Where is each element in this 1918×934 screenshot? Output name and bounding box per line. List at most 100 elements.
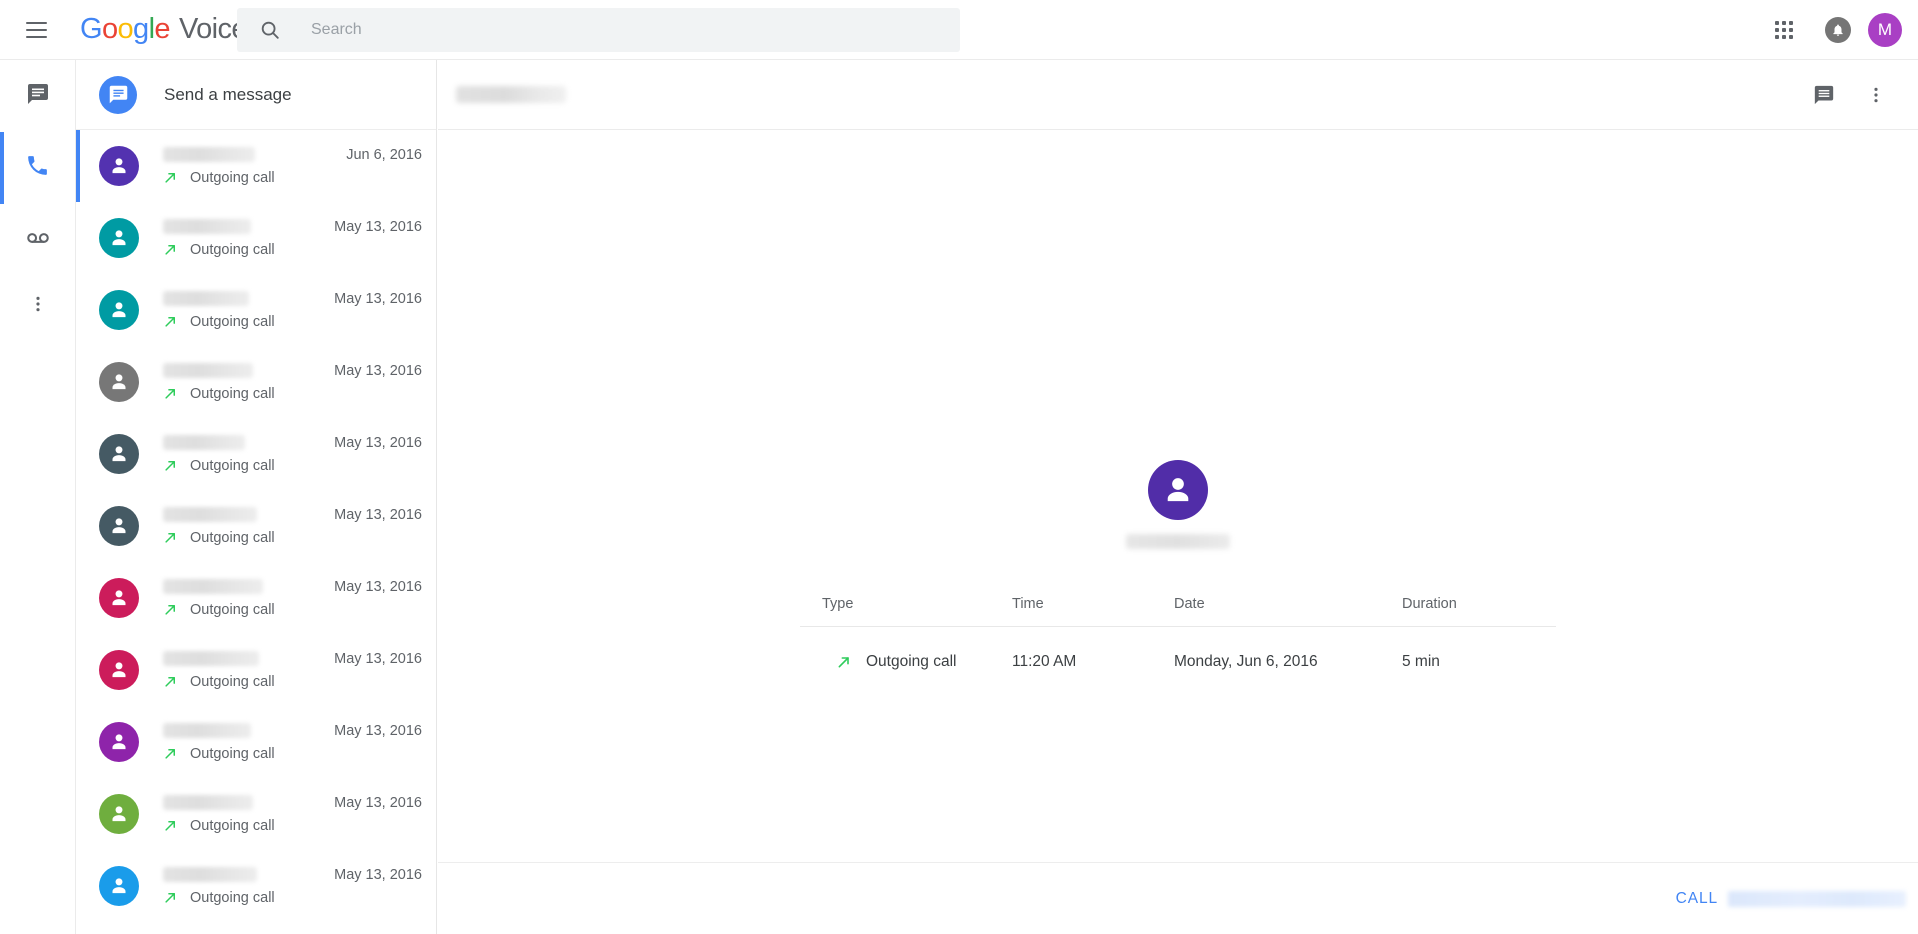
list-item[interactable]: May 13, 2016Outgoing call — [76, 634, 436, 706]
google-logo: Google — [80, 13, 171, 45]
list-item-date: May 13, 2016 — [334, 866, 422, 883]
table-header-row: Type Time Date Duration — [800, 596, 1556, 627]
phone-icon — [25, 153, 50, 183]
compose-message-icon — [99, 75, 137, 114]
hamburger-line — [25, 28, 47, 31]
avatar[interactable]: M — [1868, 13, 1902, 47]
outgoing-call-arrow-icon — [163, 530, 178, 545]
list-item-date: May 13, 2016 — [334, 434, 422, 451]
avatar — [99, 506, 139, 546]
list-item-date: May 13, 2016 — [334, 290, 422, 307]
list-item[interactable]: May 13, 2016 Outgoing call — [76, 850, 436, 922]
send-message-icon[interactable] — [1800, 71, 1848, 119]
avatar — [99, 362, 139, 402]
avatar — [99, 434, 139, 474]
list-item-date: May 13, 2016 — [334, 578, 422, 595]
conversation-list-panel: Send a message Jun 6, 2016 Outgoing call M… — [76, 60, 437, 934]
avatar — [99, 866, 139, 906]
call-details-table: Type Time Date Duration Outgoing call 11:… — [800, 596, 1556, 671]
detail-header-actions — [1800, 71, 1900, 119]
list-item-subtitle: Outgoing call — [190, 313, 275, 330]
cell-duration: 5 min — [1402, 653, 1440, 670]
call-number-redacted — [1728, 890, 1906, 907]
list-item-subtitle: Outgoing call — [190, 385, 275, 402]
list-item-subtitle: Outgoing call — [190, 169, 275, 186]
search-bar[interactable] — [237, 8, 960, 52]
contact-name-redacted — [163, 651, 259, 666]
contact-name-redacted — [1126, 534, 1230, 549]
list-item-subtitle: Outgoing call — [190, 457, 275, 474]
list-item-date: May 13, 2016 — [334, 362, 422, 379]
hamburger-menu-icon[interactable] — [12, 6, 60, 54]
outgoing-call-arrow-icon — [163, 242, 178, 257]
list-item-body: Jun 6, 2016 Outgoing call — [163, 147, 422, 186]
column-header-type: Type — [800, 596, 1012, 627]
list-item-body: May 13, 2016 Outgoing call — [163, 291, 422, 330]
sidebar-item-calls[interactable] — [0, 132, 76, 204]
outgoing-call-arrow-icon — [163, 890, 178, 905]
more-vert-icon[interactable] — [1852, 71, 1900, 119]
outgoing-call-arrow-icon — [163, 458, 178, 473]
column-header-date: Date — [1174, 596, 1402, 627]
contact-avatar — [1148, 460, 1208, 520]
outgoing-call-arrow-icon — [163, 746, 178, 761]
avatar — [99, 218, 139, 258]
call-button-label: CALL — [1675, 889, 1718, 907]
avatar — [99, 290, 139, 330]
list-item-subtitle: Outgoing call — [190, 529, 275, 546]
sidebar-item-messages[interactable] — [0, 60, 76, 132]
outgoing-call-arrow-icon — [163, 674, 178, 689]
list-item-body: May 13, 2016 Outgoing call — [163, 723, 422, 762]
bell-icon[interactable] — [1814, 6, 1862, 54]
app-brand[interactable]: Google Voice — [80, 13, 247, 46]
list-item-body: May 13, 2016 Outgoing call — [163, 435, 422, 474]
call-button[interactable]: CALL — [1676, 890, 1906, 908]
contact-name-redacted — [163, 219, 251, 234]
list-item[interactable]: May 13, 2016 Outgoing call — [76, 778, 436, 850]
outgoing-call-arrow-icon — [163, 818, 178, 833]
list-item[interactable]: May 13, 2016Outgoing call — [76, 922, 436, 934]
list-item[interactable]: May 13, 2016 Outgoing call — [76, 346, 436, 418]
list-item[interactable]: May 13, 2016Outgoing call — [76, 562, 436, 634]
search-input[interactable] — [311, 21, 911, 39]
hamburger-line — [25, 35, 47, 38]
detail-header — [438, 60, 1918, 130]
list-item-body: May 13, 2016 Outgoing call — [163, 579, 422, 618]
conversation-scroll-area[interactable]: Jun 6, 2016 Outgoing call May 13, 2016 Outg… — [76, 130, 436, 934]
contact-name-redacted — [163, 435, 245, 450]
sidebar-item-more[interactable] — [0, 276, 76, 336]
list-item-subtitle: Outgoing call — [190, 889, 275, 906]
list-item[interactable]: May 13, 2016Outgoing call — [76, 490, 436, 562]
list-item[interactable]: May 13, 2016 Outgoing call — [76, 418, 436, 490]
send-a-message-button[interactable]: Send a message — [76, 60, 436, 130]
list-item-body: May 13, 2016 Outgoing call — [163, 507, 422, 546]
avatar — [99, 650, 139, 690]
list-item[interactable]: May 13, 2016 Outgoing call — [76, 274, 436, 346]
message-icon — [26, 82, 50, 111]
search-icon — [259, 19, 281, 41]
list-item-body: May 13, 2016 Outgoing call — [163, 795, 422, 834]
cell-type: Outgoing call — [800, 627, 1012, 672]
contact-name-redacted — [163, 723, 251, 738]
column-header-time: Time — [1012, 596, 1174, 627]
avatar — [99, 578, 139, 618]
outgoing-call-arrow-icon — [163, 386, 178, 401]
contact-name-redacted — [163, 579, 263, 594]
send-a-message-label: Send a message — [164, 84, 292, 104]
cell-time: 11:20 AM — [1012, 653, 1077, 670]
list-item-body: May 13, 2016 Outgoing call — [163, 363, 422, 402]
contact-summary — [438, 460, 1918, 549]
list-item[interactable]: May 13, 2016Outgoing call — [76, 706, 436, 778]
list-item-date: May 13, 2016 — [334, 722, 422, 739]
avatar — [99, 794, 139, 834]
list-item-date: May 13, 2016 — [334, 794, 422, 811]
sidebar-item-voicemail[interactable] — [0, 204, 76, 276]
contact-name-redacted — [163, 867, 257, 882]
list-item[interactable]: May 13, 2016Outgoing call — [76, 202, 436, 274]
list-item-subtitle: Outgoing call — [190, 817, 275, 834]
outgoing-call-arrow-icon — [163, 602, 178, 617]
contact-name-redacted — [163, 147, 255, 162]
detail-footer: CALL — [438, 862, 1918, 934]
list-item[interactable]: Jun 6, 2016 Outgoing call — [76, 130, 436, 202]
apps-grid-icon[interactable] — [1760, 6, 1808, 54]
